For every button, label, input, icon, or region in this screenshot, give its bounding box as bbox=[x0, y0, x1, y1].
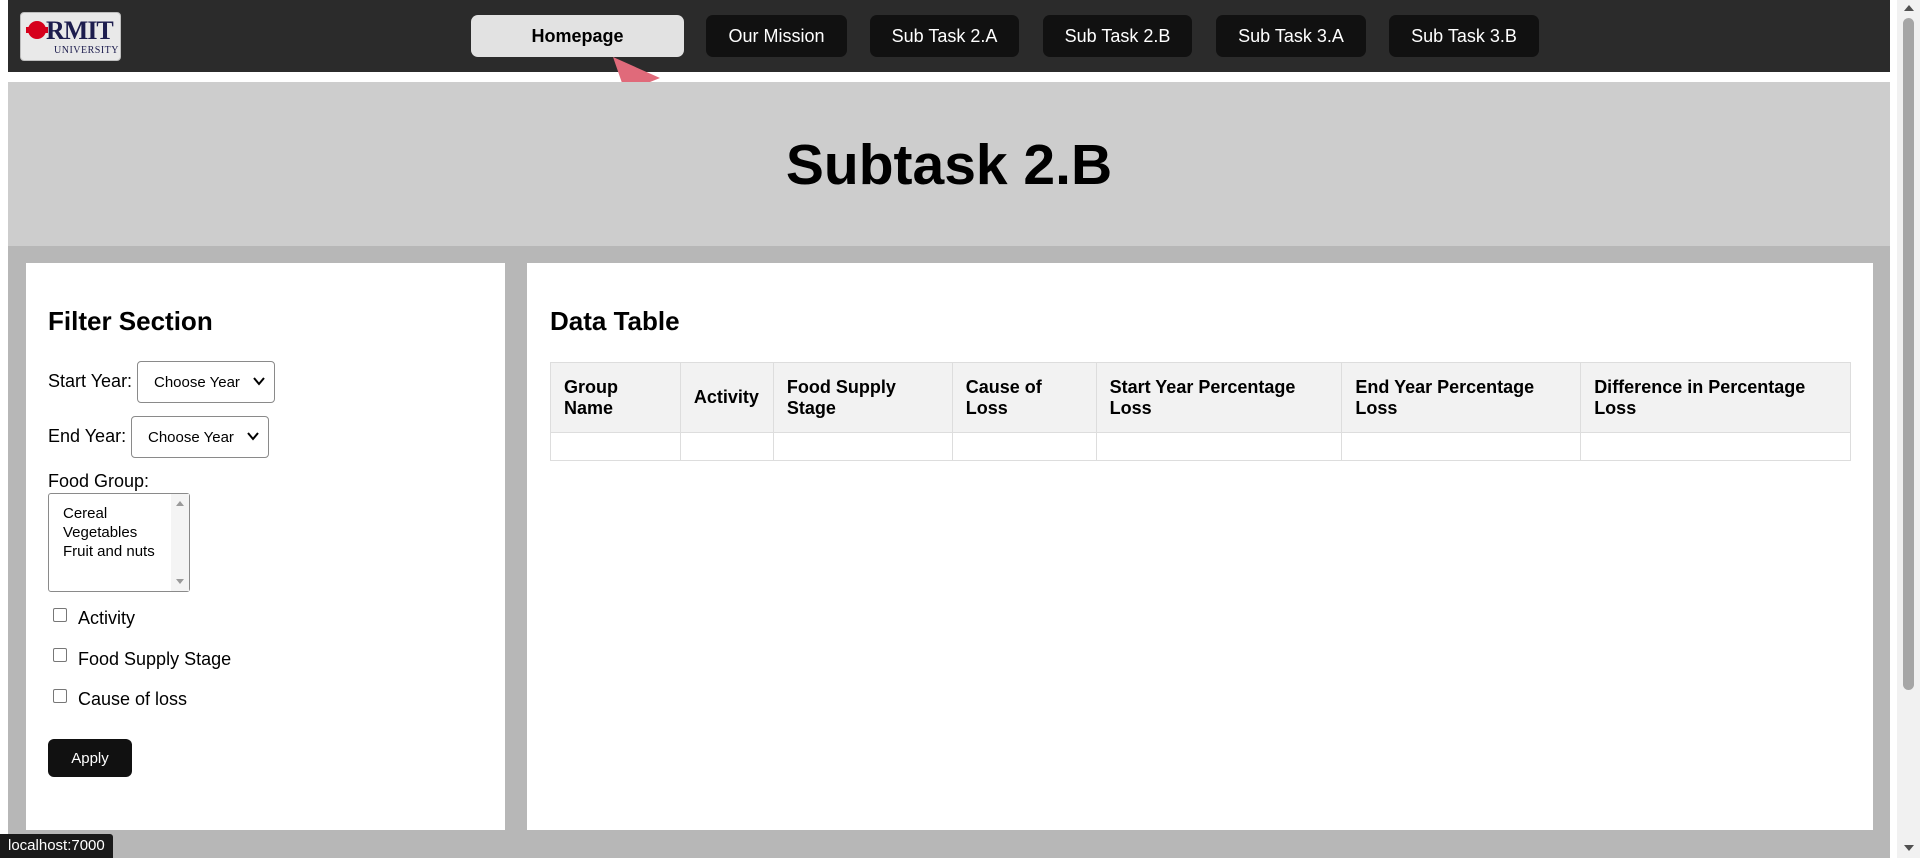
cause-of-loss-checkbox[interactable] bbox=[53, 689, 67, 703]
end-year-value: Choose Year bbox=[148, 428, 234, 446]
food-group-listbox[interactable]: Cereal Vegetables Fruit and nuts bbox=[48, 493, 190, 592]
table-cell bbox=[772, 432, 953, 461]
table-cell bbox=[1095, 432, 1343, 461]
column-header-end-year-percentage-loss[interactable]: End Year Percentage Loss bbox=[1341, 362, 1582, 433]
food-group-option[interactable]: Cereal bbox=[63, 505, 107, 522]
start-year-value: Choose Year bbox=[154, 373, 240, 391]
column-header-difference-in-percentage-loss[interactable]: Difference in Percentage Loss bbox=[1580, 362, 1851, 433]
cause-of-loss-checkbox-label: Cause of loss bbox=[78, 689, 188, 709]
table-header-row: Group Name Activity Food Supply Stage Caus… bbox=[550, 362, 1851, 433]
column-header-group-name[interactable]: Group Name bbox=[550, 362, 681, 433]
column-header-activity[interactable]: Activity bbox=[679, 362, 774, 433]
page-header: Subtask 2.B bbox=[8, 82, 1890, 246]
table-cell bbox=[951, 432, 1097, 461]
end-year-label: End Year: bbox=[48, 426, 127, 446]
logo-name: RMIT bbox=[46, 16, 114, 45]
column-header-start-year-percentage-loss[interactable]: Start Year Percentage Loss bbox=[1095, 362, 1343, 433]
chevron-down-icon bbox=[247, 432, 259, 441]
rmit-logo-icon[interactable]: RMIT UNIVERSITY bbox=[20, 12, 121, 61]
nav-sub-task-3b[interactable]: Sub Task 3.B bbox=[1389, 15, 1539, 57]
chevron-down-icon bbox=[253, 377, 265, 386]
apply-button[interactable]: Apply bbox=[48, 739, 132, 777]
nav-sub-task-3a[interactable]: Sub Task 3.A bbox=[1216, 15, 1366, 57]
table-cell bbox=[679, 432, 774, 461]
food-group-label: Food Group: bbox=[48, 471, 150, 491]
start-year-label: Start Year: bbox=[48, 371, 133, 391]
filter-section-title: Filter Section bbox=[48, 306, 213, 336]
activity-checkbox[interactable] bbox=[53, 608, 67, 622]
food-group-option[interactable]: Fruit and nuts bbox=[63, 543, 155, 560]
page-title: Subtask 2.B bbox=[785, 133, 1113, 197]
listbox-scrollbar[interactable] bbox=[171, 494, 189, 591]
nav-our-mission[interactable]: Our Mission bbox=[706, 15, 847, 57]
food-supply-stage-checkbox[interactable] bbox=[53, 648, 67, 662]
scroll-up-icon[interactable] bbox=[1904, 5, 1914, 11]
table-row bbox=[550, 432, 1851, 461]
nav-sub-task-2b[interactable]: Sub Task 2.B bbox=[1043, 15, 1192, 57]
data-table: Group Name Activity Food Supply Stage Caus… bbox=[550, 362, 1851, 461]
data-table-title: Data Table bbox=[550, 306, 680, 336]
table-cell bbox=[550, 432, 681, 461]
nav-sub-task-2a[interactable]: Sub Task 2.A bbox=[870, 15, 1019, 57]
status-bar-url: localhost:7000 bbox=[0, 834, 113, 858]
scroll-down-icon[interactable] bbox=[176, 579, 184, 584]
data-table-panel bbox=[527, 263, 1873, 830]
end-year-select[interactable]: Choose Year bbox=[131, 416, 269, 458]
nav-homepage[interactable]: Homepage bbox=[471, 15, 684, 57]
logo-mark bbox=[26, 21, 48, 39]
page-scrollbar-thumb[interactable] bbox=[1903, 18, 1914, 690]
start-year-select[interactable]: Choose Year bbox=[137, 361, 275, 403]
activity-checkbox-label: Activity bbox=[78, 608, 136, 628]
scroll-up-icon[interactable] bbox=[176, 501, 184, 506]
column-header-food-supply-stage[interactable]: Food Supply Stage bbox=[772, 362, 953, 433]
column-header-cause-of-loss[interactable]: Cause of Loss bbox=[951, 362, 1097, 433]
table-cell bbox=[1341, 432, 1582, 461]
scroll-down-icon[interactable] bbox=[1904, 845, 1914, 851]
food-group-option[interactable]: Vegetables bbox=[63, 524, 137, 541]
food-supply-stage-checkbox-label: Food Supply Stage bbox=[78, 649, 232, 669]
logo-sub: UNIVERSITY bbox=[54, 45, 119, 56]
table-cell bbox=[1580, 432, 1851, 461]
